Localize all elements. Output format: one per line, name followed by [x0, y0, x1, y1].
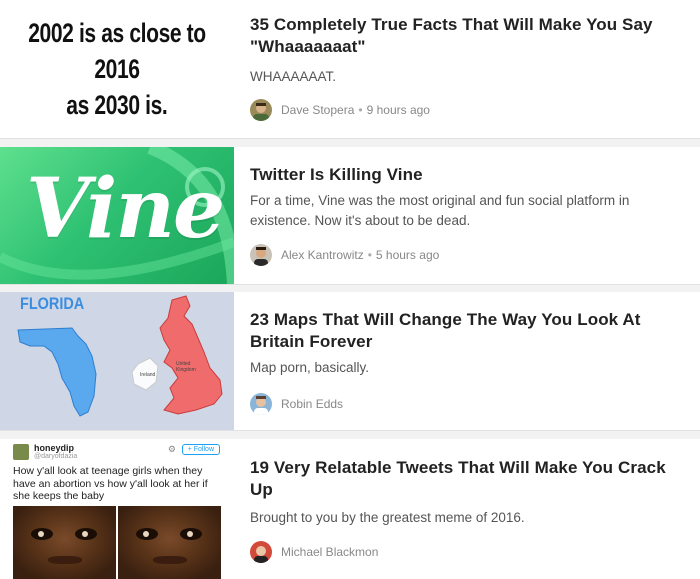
- tweet-avatar: [13, 444, 29, 460]
- article-thumbnail[interactable]: 2002 is as close to 2016 as 2030 is.: [0, 0, 234, 138]
- byline-separator: •: [367, 248, 372, 262]
- tweet-follow-button: + Follow: [181, 444, 220, 455]
- author-avatar[interactable]: [250, 393, 272, 415]
- article-title[interactable]: 23 Maps That Will Change The Way You Loo…: [250, 309, 682, 353]
- article-thumbnail[interactable]: honeydip @daryofdazia ⚙ + Follow How y'a…: [0, 439, 234, 579]
- article-thumbnail[interactable]: United Kingdom Ireland FLORIDA: [0, 292, 234, 430]
- article-card[interactable]: United Kingdom Ireland FLORIDA 23 Maps T…: [0, 292, 700, 431]
- tweet-follow-label: Follow: [193, 446, 214, 453]
- article-description: Brought to you by the greatest meme of 2…: [250, 510, 525, 525]
- tweet-header: honeydip @daryofdazia: [13, 443, 77, 461]
- article-title[interactable]: 35 Completely True Facts That Will Make …: [250, 14, 682, 58]
- tweet-author-name: honeydip: [34, 443, 74, 453]
- tweet-author-handle: @daryofdazia: [34, 453, 78, 460]
- author-name[interactable]: Alex Kantrowitz: [281, 248, 364, 262]
- svg-text:Kingdom: Kingdom: [176, 367, 196, 373]
- article-description: Map porn, basically.: [250, 360, 370, 375]
- author-avatar[interactable]: [250, 541, 272, 563]
- article-byline: Michael Blackmon: [250, 541, 378, 563]
- svg-text:Ireland: Ireland: [140, 372, 156, 378]
- author-name[interactable]: Dave Stopera: [281, 103, 354, 117]
- article-title[interactable]: Twitter Is Killing Vine: [250, 164, 682, 186]
- article-description: WHAAAAAAT.: [250, 69, 337, 84]
- vine-logo: Vine: [26, 161, 225, 257]
- article-byline: Robin Edds: [250, 393, 343, 415]
- author-name[interactable]: Robin Edds: [281, 397, 343, 411]
- byline-separator: •: [358, 103, 363, 117]
- article-card[interactable]: honeydip @daryofdazia ⚙ + Follow How y'a…: [0, 439, 700, 579]
- gear-icon: ⚙: [167, 444, 176, 454]
- thumbnail-text-line-2: as 2030 is.: [66, 90, 168, 120]
- tweet-text: How y'all look at teenage girls when the…: [13, 465, 208, 502]
- article-thumbnail[interactable]: Vine: [0, 147, 234, 284]
- meme-face-right: [118, 506, 221, 579]
- florida-label: FLORIDA: [20, 294, 85, 313]
- article-feed: 2002 is as close to 2016 as 2030 is. 35 …: [0, 0, 700, 579]
- article-card[interactable]: Vine Twitter Is Killing Vine For a time,…: [0, 147, 700, 285]
- article-byline: Dave Stopera • 9 hours ago: [250, 99, 430, 121]
- article-timestamp: 5 hours ago: [375, 248, 440, 262]
- article-card[interactable]: 2002 is as close to 2016 as 2030 is. 35 …: [0, 0, 700, 139]
- thumbnail-text-line-1: 2002 is as close to 2016: [28, 18, 206, 84]
- article-description: For a time, Vine was the most original a…: [250, 193, 630, 228]
- author-name[interactable]: Michael Blackmon: [281, 545, 378, 559]
- author-avatar[interactable]: [250, 244, 272, 266]
- article-timestamp: 9 hours ago: [366, 103, 430, 117]
- author-avatar[interactable]: [250, 99, 272, 121]
- meme-face-left: [13, 506, 116, 579]
- article-title[interactable]: 19 Very Relatable Tweets That Will Make …: [250, 457, 682, 501]
- article-byline: Alex Kantrowitz • 5 hours ago: [250, 244, 439, 266]
